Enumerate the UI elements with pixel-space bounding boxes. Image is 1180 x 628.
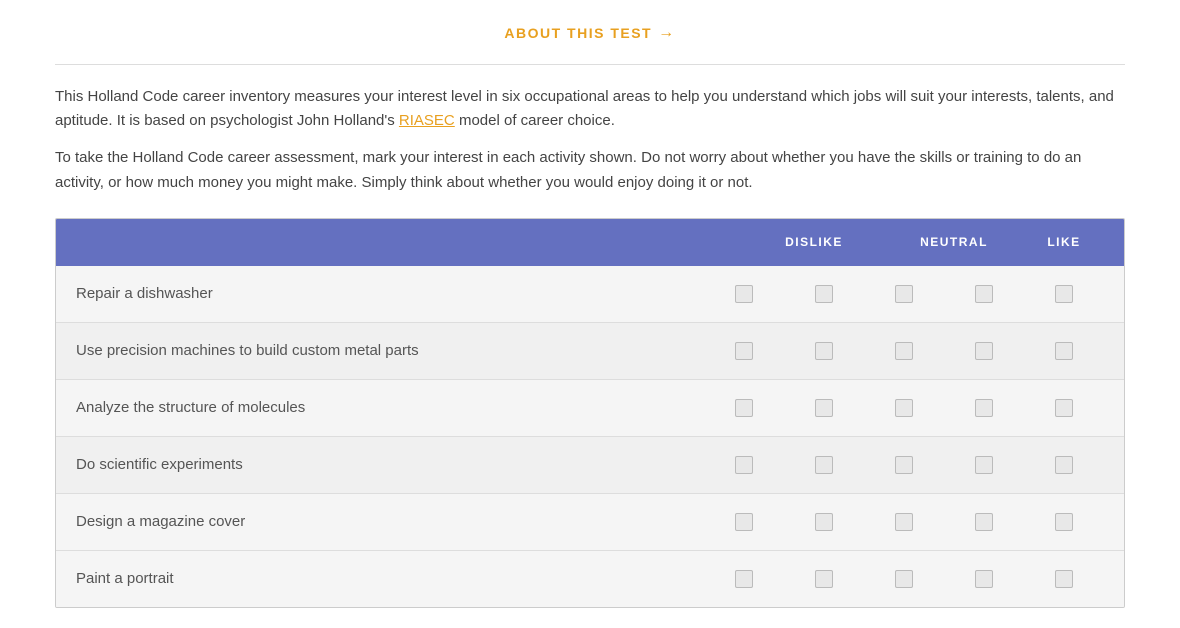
checkbox-cell-4-5	[944, 513, 1024, 531]
checkbox-2-3[interactable]	[815, 399, 833, 417]
checkbox-4-1[interactable]	[975, 285, 993, 303]
riasec-link[interactable]: RIASEC	[399, 112, 455, 129]
checkbox-cell-2-2	[784, 342, 864, 360]
checkbox-neutral-3[interactable]	[895, 399, 913, 417]
checkbox-cell-neutral-2	[864, 342, 944, 360]
assessment-table: DISLIKE NEUTRAL LIKE Repair a dishwasher	[55, 218, 1125, 608]
checkbox-neutral-2[interactable]	[895, 342, 913, 360]
checkbox-dislike-3[interactable]	[735, 399, 753, 417]
table-row: Use precision machines to build custom m…	[56, 323, 1124, 380]
activity-label: Repair a dishwasher	[76, 282, 684, 306]
checkbox-cell-4-6	[944, 570, 1024, 588]
checkboxes-group	[684, 342, 1104, 360]
checkbox-like-3[interactable]	[1055, 399, 1073, 417]
checkboxes-group	[684, 570, 1104, 588]
checkbox-2-1[interactable]	[815, 285, 833, 303]
checkbox-4-3[interactable]	[975, 399, 993, 417]
checkbox-cell-4-2	[944, 342, 1024, 360]
checkbox-cell-2-5	[784, 513, 864, 531]
checkboxes-group	[684, 456, 1104, 474]
checkbox-4-2[interactable]	[975, 342, 993, 360]
checkbox-cell-dislike-4	[704, 456, 784, 474]
checkbox-4-4[interactable]	[975, 456, 993, 474]
header-dislike: DISLIKE	[744, 233, 884, 252]
header-options: DISLIKE NEUTRAL LIKE	[684, 233, 1104, 252]
activity-label: Do scientific experiments	[76, 453, 684, 477]
checkbox-cell-2-1	[784, 285, 864, 303]
checkbox-cell-like-3	[1024, 399, 1104, 417]
checkbox-dislike-6[interactable]	[735, 570, 753, 588]
checkbox-cell-like-2	[1024, 342, 1104, 360]
table-row: Repair a dishwasher	[56, 266, 1124, 323]
arrow-icon: →	[658, 20, 676, 46]
checkbox-cell-neutral-1	[864, 285, 944, 303]
table-row: Design a magazine cover	[56, 494, 1124, 551]
checkbox-neutral-5[interactable]	[895, 513, 913, 531]
checkbox-cell-dislike-5	[704, 513, 784, 531]
checkbox-cell-dislike-2	[704, 342, 784, 360]
intro-paragraph-2: To take the Holland Code career assessme…	[55, 146, 1125, 196]
checkboxes-group	[684, 285, 1104, 303]
header-neutral: NEUTRAL	[884, 233, 1024, 252]
header-like: LIKE	[1024, 233, 1104, 252]
checkbox-cell-like-5	[1024, 513, 1104, 531]
checkbox-cell-dislike-1	[704, 285, 784, 303]
checkbox-4-5[interactable]	[975, 513, 993, 531]
checkbox-dislike-4[interactable]	[735, 456, 753, 474]
activity-label: Paint a portrait	[76, 567, 684, 591]
checkbox-cell-2-4	[784, 456, 864, 474]
activity-label: Design a magazine cover	[76, 510, 684, 534]
checkbox-2-6[interactable]	[815, 570, 833, 588]
about-test-label: ABOUT THIS TEST	[504, 22, 652, 44]
page-container: ABOUT THIS TEST → This Holland Code care…	[25, 0, 1155, 628]
checkbox-cell-like-1	[1024, 285, 1104, 303]
checkbox-like-5[interactable]	[1055, 513, 1073, 531]
checkbox-cell-neutral-5	[864, 513, 944, 531]
checkbox-cell-2-6	[784, 570, 864, 588]
checkbox-cell-like-6	[1024, 570, 1104, 588]
checkbox-neutral-4[interactable]	[895, 456, 913, 474]
table-row: Analyze the structure of molecules	[56, 380, 1124, 437]
table-row: Do scientific experiments	[56, 437, 1124, 494]
checkbox-2-2[interactable]	[815, 342, 833, 360]
checkbox-dislike-2[interactable]	[735, 342, 753, 360]
checkbox-neutral-6[interactable]	[895, 570, 913, 588]
intro-paragraph-1: This Holland Code career inventory measu…	[55, 85, 1125, 135]
checkbox-cell-neutral-3	[864, 399, 944, 417]
checkbox-cell-neutral-6	[864, 570, 944, 588]
checkbox-cell-dislike-3	[704, 399, 784, 417]
table-row: Paint a portrait	[56, 551, 1124, 607]
checkbox-4-6[interactable]	[975, 570, 993, 588]
activity-label: Analyze the structure of molecules	[76, 396, 684, 420]
checkbox-cell-like-4	[1024, 456, 1104, 474]
checkbox-dislike-1[interactable]	[735, 285, 753, 303]
checkbox-cell-dislike-6	[704, 570, 784, 588]
checkboxes-group	[684, 399, 1104, 417]
checkbox-like-1[interactable]	[1055, 285, 1073, 303]
about-test-header: ABOUT THIS TEST →	[55, 20, 1125, 46]
checkbox-cell-2-3	[784, 399, 864, 417]
checkbox-cell-4-4	[944, 456, 1024, 474]
checkbox-neutral-1[interactable]	[895, 285, 913, 303]
checkbox-cell-4-3	[944, 399, 1024, 417]
about-test-link[interactable]: ABOUT THIS TEST →	[504, 20, 675, 46]
divider	[55, 64, 1125, 65]
checkbox-cell-4-1	[944, 285, 1024, 303]
checkbox-2-4[interactable]	[815, 456, 833, 474]
checkbox-dislike-5[interactable]	[735, 513, 753, 531]
checkbox-2-5[interactable]	[815, 513, 833, 531]
checkbox-like-4[interactable]	[1055, 456, 1073, 474]
checkbox-like-2[interactable]	[1055, 342, 1073, 360]
checkbox-like-6[interactable]	[1055, 570, 1073, 588]
checkbox-cell-neutral-4	[864, 456, 944, 474]
activity-label: Use precision machines to build custom m…	[76, 339, 684, 363]
checkboxes-group	[684, 513, 1104, 531]
table-header: DISLIKE NEUTRAL LIKE	[56, 219, 1124, 266]
